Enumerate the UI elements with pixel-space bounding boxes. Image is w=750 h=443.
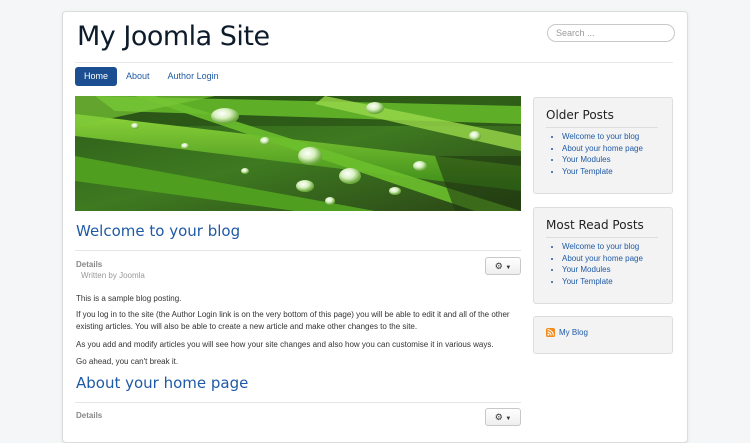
list-item: Your Modules	[562, 154, 643, 166]
rss-icon	[546, 328, 555, 337]
list-item: Your Template	[562, 166, 643, 178]
module-divider	[546, 237, 658, 238]
header-divider	[75, 62, 673, 63]
page-container: My Joomla Site Search ... Home About Aut…	[62, 11, 688, 443]
feed-link[interactable]: My Blog	[546, 328, 588, 337]
caret-down-icon: ▼	[505, 416, 512, 422]
author-info: Written by Joomla	[81, 271, 145, 280]
module-title: Most Read Posts	[546, 218, 644, 232]
gear-icon: ⚙	[494, 261, 503, 271]
article-paragraph: Go ahead, you can't break it.	[76, 357, 179, 366]
list-item: Your Template	[562, 276, 643, 288]
nav-item-about[interactable]: About	[117, 67, 159, 86]
details-label: Details	[76, 411, 103, 420]
article-title[interactable]: About your home page	[76, 374, 248, 392]
divider	[75, 250, 521, 251]
older-posts-module: Older Posts Welcome to your blog About y…	[533, 97, 673, 194]
details-label: Details	[76, 260, 103, 269]
article-title[interactable]: Welcome to your blog	[76, 222, 240, 240]
module-title: Older Posts	[546, 108, 614, 122]
list-item: Welcome to your blog	[562, 241, 643, 253]
article-paragraph: This is a sample blog posting.	[76, 294, 182, 303]
most-read-module: Most Read Posts Welcome to your blog Abo…	[533, 207, 673, 304]
article-options-button[interactable]: ⚙ ▼	[485, 257, 521, 275]
list-item: About your home page	[562, 253, 643, 265]
article-paragraph: If you log in to the site (the Author Lo…	[76, 310, 510, 331]
module-divider	[546, 127, 658, 128]
hero-image	[75, 96, 521, 211]
site-title[interactable]: My Joomla Site	[77, 21, 270, 52]
feed-label: My Blog	[559, 328, 588, 337]
list-item: About your home page	[562, 143, 643, 155]
nav-item-author-login[interactable]: Author Login	[159, 67, 228, 86]
list-item: Your Modules	[562, 264, 643, 276]
feed-module: My Blog	[533, 316, 673, 354]
list-item: Welcome to your blog	[562, 131, 643, 143]
search-input[interactable]: Search ...	[547, 24, 675, 42]
article-paragraph: As you add and modify articles you will …	[76, 340, 494, 349]
divider	[75, 402, 521, 403]
main-nav: Home About Author Login	[75, 67, 228, 86]
nav-item-home[interactable]: Home	[75, 67, 118, 86]
gear-icon: ⚙	[494, 412, 503, 422]
caret-down-icon: ▼	[505, 265, 512, 271]
article-options-button[interactable]: ⚙ ▼	[485, 408, 521, 426]
